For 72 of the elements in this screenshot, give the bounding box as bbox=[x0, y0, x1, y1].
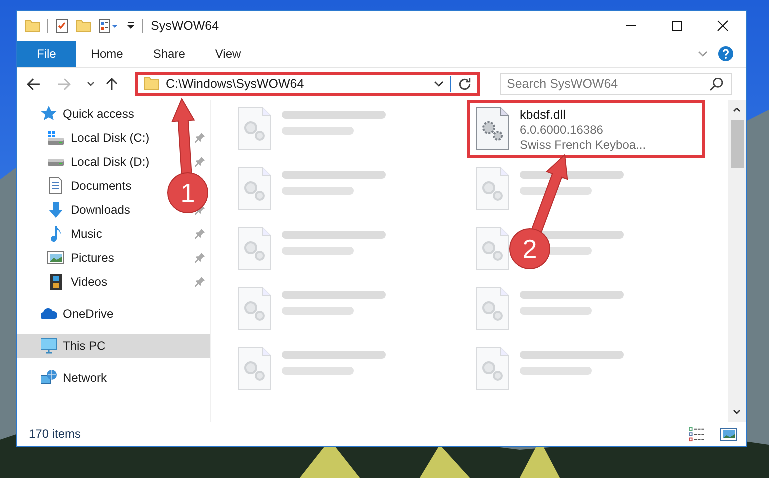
sidebar-item[interactable]: Videos bbox=[17, 270, 112, 294]
sidebar-item[interactable]: Local Disk (D:) bbox=[17, 150, 154, 174]
large-icons-view-icon[interactable] bbox=[720, 426, 738, 442]
file-gear-icon bbox=[238, 287, 272, 331]
folder-icon bbox=[144, 77, 160, 91]
network-icon bbox=[41, 370, 57, 386]
blurred-text-bar bbox=[282, 247, 354, 255]
file-gear-icon bbox=[476, 347, 510, 391]
music-note-icon bbox=[50, 225, 62, 243]
file-gear-icon bbox=[476, 107, 510, 151]
sidebar-item[interactable]: Music bbox=[17, 222, 106, 246]
file-gear-icon bbox=[476, 287, 510, 331]
sidebar-item[interactable]: Downloads bbox=[17, 198, 134, 222]
file-gear-icon bbox=[238, 347, 272, 391]
scrollbar[interactable] bbox=[728, 100, 746, 422]
cloud-icon bbox=[41, 306, 57, 322]
refresh-icon[interactable] bbox=[457, 77, 473, 91]
file-gear-icon bbox=[238, 107, 272, 151]
help-icon[interactable] bbox=[718, 46, 734, 62]
blurred-text-bar bbox=[282, 307, 354, 315]
blurred-text-bar bbox=[520, 307, 592, 315]
sidebar-item[interactable]: Documents bbox=[17, 174, 136, 198]
film-icon bbox=[49, 273, 63, 291]
file-gear-icon bbox=[476, 227, 510, 271]
picture-frame-icon bbox=[47, 251, 65, 265]
scroll-thumb[interactable] bbox=[730, 120, 744, 168]
details-view-icon[interactable] bbox=[688, 426, 706, 442]
dropdown-icon[interactable] bbox=[126, 22, 136, 30]
drive-icon bbox=[47, 130, 65, 146]
blurred-text-bar bbox=[282, 187, 354, 195]
search-field[interactable]: Search SysWOW64 bbox=[500, 73, 732, 95]
ribbon-tab[interactable]: File bbox=[17, 41, 76, 67]
star-icon bbox=[41, 106, 57, 122]
checklist-icon[interactable] bbox=[54, 19, 70, 33]
file-gear-icon bbox=[238, 167, 272, 211]
sidebar-item[interactable]: Network bbox=[17, 366, 210, 390]
ribbon-tab[interactable]: View bbox=[200, 41, 256, 67]
item-count: 170 items bbox=[29, 427, 82, 441]
sidebar-item[interactable]: Pictures bbox=[17, 246, 118, 270]
properties-icon[interactable] bbox=[98, 18, 120, 34]
minimize-icon bbox=[625, 25, 637, 27]
file-gear-icon bbox=[476, 167, 510, 211]
file-item[interactable]: kbdsf.dll 6.0.6000.16386 Swiss French Keyboa... bbox=[467, 100, 705, 158]
address-bar[interactable]: C:\Windows\SysWOW64 bbox=[135, 72, 480, 96]
address-path: C:\Windows\SysWOW64 bbox=[166, 77, 306, 91]
search-icon bbox=[710, 78, 723, 91]
scroll-down-icon[interactable] bbox=[733, 410, 741, 414]
number-badge: 2 bbox=[510, 228, 550, 270]
sidebar-item[interactable]: Local Disk (C:) bbox=[17, 126, 154, 150]
ribbon-tab[interactable]: Share bbox=[138, 41, 200, 67]
ribbon-tab[interactable]: Home bbox=[76, 41, 138, 67]
window-title: SysWOW64 bbox=[151, 19, 220, 33]
document-icon bbox=[49, 177, 63, 195]
download-arrow-icon bbox=[48, 201, 64, 219]
monitor-icon bbox=[41, 338, 57, 354]
dropdown-icon[interactable] bbox=[434, 81, 444, 87]
drive-icon bbox=[47, 158, 65, 166]
close-icon bbox=[717, 20, 729, 32]
sidebar-item[interactable]: This PC bbox=[17, 334, 210, 358]
sidebar-item[interactable]: OneDrive bbox=[17, 302, 210, 326]
up-icon[interactable] bbox=[105, 78, 119, 90]
maximize-icon bbox=[671, 20, 683, 32]
blurred-text-bar bbox=[520, 367, 592, 375]
blurred-text-bar bbox=[282, 367, 354, 375]
back-icon[interactable] bbox=[27, 78, 41, 90]
file-gear-icon bbox=[238, 227, 272, 271]
scroll-up-icon[interactable] bbox=[733, 108, 741, 112]
expand-ribbon-icon[interactable] bbox=[698, 51, 708, 57]
number-badge: 1 bbox=[168, 172, 208, 214]
sidebar-item[interactable]: Quick access bbox=[17, 102, 210, 126]
recent-locations-icon[interactable] bbox=[87, 81, 95, 87]
blurred-text-bar bbox=[282, 127, 354, 135]
